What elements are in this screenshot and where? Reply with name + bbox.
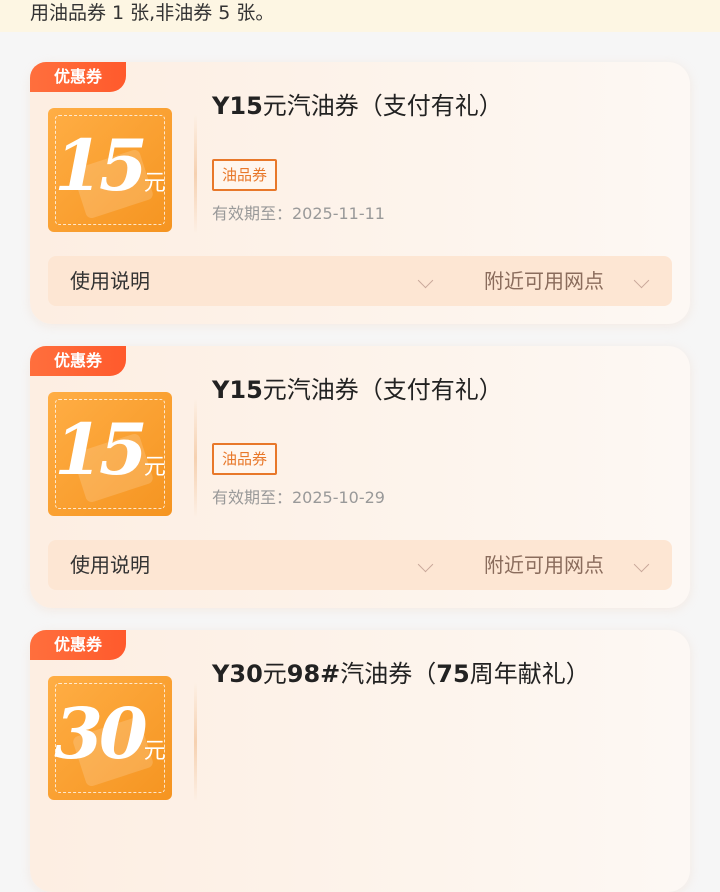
coupon-amount: 15元	[54, 408, 166, 491]
coupon-list: 优惠券 15元 Y15元汽油券（支付有礼） 油品券 有效期至：2025-11-1…	[0, 0, 720, 892]
coupon-title: Y15元汽油券（支付有礼）	[212, 92, 503, 120]
nearby-stations-toggle[interactable]: 附近可用网点	[484, 540, 604, 590]
coupon-amount-box: 30元	[48, 676, 172, 800]
coupon-ribbon: 优惠券	[30, 346, 126, 376]
coupon-amount: 15元	[54, 124, 166, 207]
coupon-validity: 有效期至：2025-10-29	[212, 488, 385, 507]
coupon-card[interactable]: 优惠券 30元 Y30元98#汽油券（75周年献礼）	[30, 630, 690, 892]
usage-instructions-toggle[interactable]: 使用说明	[70, 540, 150, 590]
divider	[194, 114, 197, 234]
chevron-down-icon[interactable]	[633, 556, 650, 573]
chevron-down-icon[interactable]	[417, 272, 434, 289]
divider	[194, 398, 197, 518]
coupon-title: Y30元98#汽油券（75周年献礼）	[212, 660, 590, 688]
divider	[194, 682, 197, 802]
coupon-type-tag: 油品券	[212, 159, 278, 191]
coupon-footer: 使用说明 附近可用网点	[48, 256, 672, 306]
chevron-down-icon[interactable]	[417, 556, 434, 573]
coupon-amount: 30元	[54, 692, 166, 775]
coupon-amount-box: 15元	[48, 392, 172, 516]
coupon-card[interactable]: 优惠券 15元 Y15元汽油券（支付有礼） 油品券 有效期至：2025-11-1…	[30, 62, 690, 324]
coupon-unit: 元	[143, 455, 166, 480]
coupon-amount-box: 15元	[48, 108, 172, 232]
usage-instructions-toggle[interactable]: 使用说明	[70, 256, 150, 306]
coupon-count-notice: 用油品券 1 张,非油券 5 张。	[0, 0, 720, 32]
coupon-unit: 元	[143, 739, 166, 764]
coupon-ribbon: 优惠券	[30, 62, 126, 92]
coupon-title: Y15元汽油券（支付有礼）	[212, 376, 503, 404]
chevron-down-icon[interactable]	[633, 272, 650, 289]
coupon-type-tag: 油品券	[212, 443, 278, 475]
coupon-footer: 使用说明 附近可用网点	[48, 540, 672, 590]
coupon-card[interactable]: 优惠券 15元 Y15元汽油券（支付有礼） 油品券 有效期至：2025-10-2…	[30, 346, 690, 608]
nearby-stations-toggle[interactable]: 附近可用网点	[484, 256, 604, 306]
coupon-validity: 有效期至：2025-11-11	[212, 204, 385, 223]
coupon-unit: 元	[143, 171, 166, 196]
coupon-ribbon: 优惠券	[30, 630, 126, 660]
